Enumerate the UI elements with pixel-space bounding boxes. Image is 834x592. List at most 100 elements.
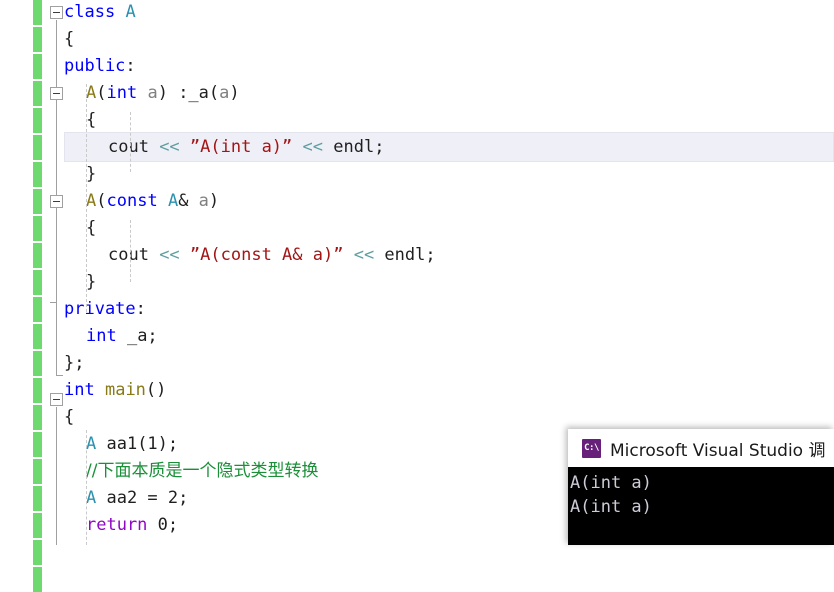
code-line[interactable]: }; — [0, 350, 834, 377]
code-line-text: A(int a) :_a(a) — [86, 80, 240, 107]
code-token: A — [125, 2, 136, 22]
code-token: { — [64, 29, 75, 49]
code-token: private — [64, 299, 136, 319]
code-line-text: } — [86, 161, 96, 188]
code-token: << — [159, 137, 180, 157]
code-token: << — [159, 245, 180, 265]
code-token: int — [106, 83, 138, 103]
code-token: endl; — [374, 245, 436, 265]
code-line-text: public: — [64, 53, 136, 80]
code-token: } — [86, 272, 97, 292]
code-line[interactable]: public: — [0, 53, 834, 80]
code-token: << — [302, 137, 324, 157]
code-line-text: //下面本质是一个隐式类型转换 — [86, 458, 318, 485]
code-token: ”A(int a)” — [189, 137, 293, 157]
code-token: a — [198, 191, 209, 211]
code-token: ) :_a( — [157, 83, 220, 103]
code-line-text: { — [64, 26, 74, 53]
code-line-text: { — [86, 215, 96, 242]
code-token: aa1(1); — [96, 434, 179, 454]
code-line-text: } — [86, 269, 96, 296]
code-token: const — [106, 191, 158, 211]
code-line[interactable]: } — [0, 269, 834, 296]
code-token: A — [86, 434, 97, 454]
code-token: class — [64, 2, 116, 22]
code-line[interactable]: int main() — [0, 377, 834, 404]
code-line[interactable]: { — [0, 404, 834, 431]
code-token: : — [125, 56, 136, 76]
indent-guide — [130, 112, 131, 172]
code-line[interactable]: class A — [0, 0, 834, 26]
code-line[interactable]: cout << ”A(int a)” << endl; — [0, 134, 834, 161]
code-token: ) — [229, 83, 240, 103]
code-line-text: private: — [64, 296, 146, 323]
code-token: A — [86, 488, 97, 508]
indent-guide — [130, 220, 131, 282]
code-token: ) — [208, 191, 220, 211]
console-window[interactable]: C:\ Microsoft Visual Studio 调 A(int a) A… — [568, 429, 834, 545]
code-token: cout — [108, 245, 160, 265]
code-token: }; — [64, 353, 85, 373]
code-line[interactable]: { — [0, 215, 834, 242]
code-line-text: return 0; — [86, 512, 178, 539]
code-token: & — [178, 191, 199, 211]
code-token: return — [86, 515, 148, 535]
console-output: A(int a) A(int a) — [568, 467, 834, 545]
code-token: ( — [96, 83, 107, 103]
indent-guide — [86, 84, 87, 312]
code-line[interactable]: { — [0, 26, 834, 53]
code-token: ”A(const A& a)” — [189, 245, 344, 265]
code-line-text: cout << ”A(const A& a)” << endl; — [108, 242, 436, 269]
code-line[interactable]: A(const A& a) — [0, 188, 834, 215]
code-line[interactable]: A(int a) :_a(a) — [0, 80, 834, 107]
code-token: public — [64, 56, 126, 76]
code-line[interactable]: } — [0, 161, 834, 188]
code-token: a — [219, 83, 230, 103]
code-line-text: A(const A& a) — [86, 188, 219, 215]
code-token: { — [64, 407, 75, 427]
code-token: a — [147, 83, 158, 103]
code-line-text: A aa2 = 2; — [86, 485, 188, 512]
code-line-text: { — [86, 107, 96, 134]
code-token: aa2 = 2; — [96, 488, 189, 508]
code-token: { — [86, 110, 97, 130]
code-token: main — [104, 380, 146, 400]
code-token: endl; — [323, 137, 385, 157]
console-output-line: A(int a) — [570, 473, 652, 493]
code-token: //下面本质是一个隐式类型转换 — [86, 461, 319, 481]
code-line[interactable]: { — [0, 107, 834, 134]
code-line[interactable]: cout << ”A(const A& a)” << endl; — [0, 242, 834, 269]
code-token: { — [86, 218, 97, 238]
code-token: << — [353, 245, 375, 265]
code-token: A — [86, 191, 97, 211]
code-line[interactable]: int _a; — [0, 323, 834, 350]
console-icon-glyph: C:\ — [584, 443, 599, 453]
code-token: : — [135, 299, 146, 319]
code-line-text: A aa1(1); — [86, 431, 178, 458]
code-token: int — [86, 326, 117, 346]
code-line[interactable]: private: — [0, 296, 834, 323]
code-line-text: int _a; — [86, 323, 158, 350]
code-line-text: int main() — [64, 377, 166, 404]
console-output-line: A(int a) — [570, 497, 652, 517]
code-token: A — [167, 191, 179, 211]
console-window-icon: C:\ — [582, 438, 601, 458]
change-indicator-segment — [33, 567, 42, 592]
indent-guide — [86, 430, 87, 545]
code-token: cout — [108, 137, 160, 157]
code-token: int — [64, 380, 95, 400]
code-token: () — [145, 380, 167, 400]
code-token: ( — [96, 191, 107, 211]
code-token: } — [86, 164, 97, 184]
code-line-text: class A — [64, 0, 136, 26]
console-window-title: Microsoft Visual Studio 调 — [610, 440, 826, 461]
code-token: 0; — [147, 515, 179, 535]
console-titlebar[interactable]: C:\ Microsoft Visual Studio 调 — [568, 429, 834, 467]
code-token: A — [86, 83, 97, 103]
